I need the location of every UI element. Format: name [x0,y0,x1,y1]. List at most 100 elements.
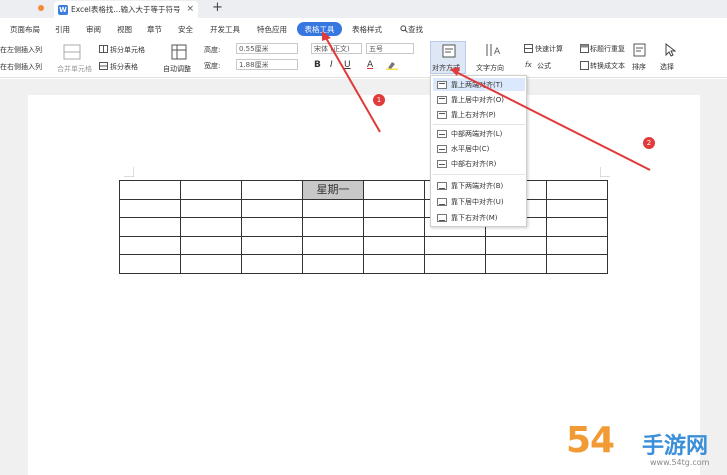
underline-button[interactable]: U [344,60,351,70]
formula-button[interactable]: 公式 [537,61,551,71]
menu-search[interactable]: 查找 [400,24,423,35]
auto-fit-button[interactable]: 自动调整 [163,64,191,74]
table-cell[interactable] [119,180,181,200]
align-bottom-justify-label: 靠下两端对齐(B) [451,181,504,190]
align-top-right-item[interactable]: 靠上右对齐(P) [433,108,525,121]
menu-table-tools[interactable]: 表格工具 [297,22,342,36]
align-bottom-justify-item[interactable]: 靠下两端对齐(B) [433,179,525,192]
document-page[interactable] [28,95,700,475]
align-top-justify-item[interactable]: 靠上两端对齐(T) [433,78,525,91]
table-cell[interactable] [302,217,364,237]
menu-chapter[interactable]: 章节 [147,24,162,35]
table-cell[interactable] [302,235,364,255]
table-cell[interactable] [302,198,364,218]
watermark-url: www.54tg.com [650,458,710,467]
table-cell[interactable] [546,217,608,237]
table-cell[interactable] [363,217,425,237]
menu-view[interactable]: 视图 [117,24,132,35]
font-name-value: 宋体 (正文) [314,44,350,53]
table-cell[interactable] [485,254,547,274]
align-bottom-center-icon [437,197,447,206]
convert-text-button[interactable]: 转换成文本 [590,61,625,71]
menu-developer[interactable]: 开发工具 [210,24,240,35]
menu-page-layout[interactable]: 页面布局 [10,24,40,35]
table-cell[interactable] [363,180,425,200]
table-cell[interactable] [302,254,364,274]
table-cell[interactable] [363,235,425,255]
auto-fit-icon [171,44,187,60]
new-tab-button[interactable]: + [212,0,223,15]
bold-button[interactable]: B [314,60,321,70]
table-cell[interactable] [180,217,242,237]
align-button[interactable]: 对齐方式 [430,41,466,74]
align-bottom-center-item[interactable]: 靠下居中对齐(U) [433,195,525,208]
table-cell[interactable] [241,235,303,255]
height-input[interactable]: 0.55厘米 [236,43,298,54]
table-cell[interactable] [485,235,547,255]
highlight-icon[interactable] [386,60,398,70]
align-bottom-right-item[interactable]: 靠下右对齐(M) [433,211,525,224]
table-cell[interactable] [119,198,181,218]
table-cell[interactable] [546,198,608,218]
table-cell[interactable] [241,217,303,237]
table-cell[interactable] [546,254,608,274]
menu-table-style[interactable]: 表格样式 [352,24,382,35]
table-cell[interactable] [546,235,608,255]
formula-icon: fx [525,61,532,69]
word-table[interactable]: 星期一 [119,180,608,274]
align-dropdown-menu: 靠上两端对齐(T) 靠上居中对齐(O) 靠上右对齐(P) 中部两端对齐(L) 水… [430,75,527,227]
split-cells-button[interactable]: 拆分单元格 [110,45,145,55]
table-cell[interactable] [119,217,181,237]
font-size-value: 五号 [369,44,383,53]
width-input[interactable]: 1.88厘米 [236,59,298,70]
align-middle-justify-item[interactable]: 中部两端对齐(L) [433,127,525,140]
ribbon-toolbar: 在左侧插入列 在右侧插入列 合并单元格 拆分单元格 拆分表格 自动调整 高度: … [0,40,727,78]
cursor-select-icon [665,43,676,57]
menu-security[interactable]: 安全 [178,24,193,35]
table-cell[interactable] [180,198,242,218]
font-size-select[interactable]: 五号 [366,43,414,54]
table-cell[interactable] [363,198,425,218]
search-icon [400,25,408,33]
insert-column-left-button[interactable]: 在左侧插入列 [0,45,42,55]
menu-features[interactable]: 特色应用 [257,24,287,35]
italic-button[interactable]: I [330,60,333,70]
align-top-center-item[interactable]: 靠上居中对齐(O) [433,93,525,106]
table-cell[interactable] [180,254,242,274]
merge-cells-button[interactable]: 合并单元格 [57,64,92,74]
table-cell[interactable] [424,235,486,255]
table-cell[interactable] [180,180,242,200]
font-color-button[interactable]: A [367,60,373,70]
menu-references[interactable]: 引用 [55,24,70,35]
align-bottom-justify-icon [437,181,447,190]
font-name-select[interactable]: 宋体 (正文) [311,43,362,54]
quick-calc-button[interactable]: 快速计算 [535,44,563,54]
document-tab[interactable]: W Excel表格找...输入大于等于符号 × [54,1,198,18]
align-middle-right-item[interactable]: 中部右对齐(R) [433,157,525,170]
table-cell[interactable]: 星期一 [302,180,364,200]
table-cell[interactable] [180,235,242,255]
repeat-header-button[interactable]: 标题行重复 [590,44,625,54]
insert-column-right-button[interactable]: 在右侧插入列 [0,62,42,72]
split-table-button[interactable]: 拆分表格 [110,62,138,72]
align-middle-center-item[interactable]: 水平居中(C) [433,142,525,155]
align-middle-right-label: 中部右对齐(R) [451,159,497,168]
sort-icon [633,43,646,57]
text-direction-button[interactable]: 文字方向 [476,63,504,73]
table-cell[interactable] [119,254,181,274]
watermark-text: 手游网 [642,434,709,459]
select-button[interactable]: 选择 [660,62,674,72]
table-cell[interactable] [241,254,303,274]
table-cell[interactable] [241,198,303,218]
table-cell[interactable] [424,254,486,274]
close-tab-icon[interactable]: × [186,4,194,14]
table-cell[interactable] [119,235,181,255]
sort-button[interactable]: 排序 [632,62,646,72]
table-cell[interactable] [241,180,303,200]
table-cell[interactable] [363,254,425,274]
table-row [119,254,608,274]
table-cell[interactable] [546,180,608,200]
document-tab-title: Excel表格找...输入大于等于符号 [71,5,181,14]
menu-review[interactable]: 审阅 [86,24,101,35]
align-label: 对齐方式 [432,64,460,72]
